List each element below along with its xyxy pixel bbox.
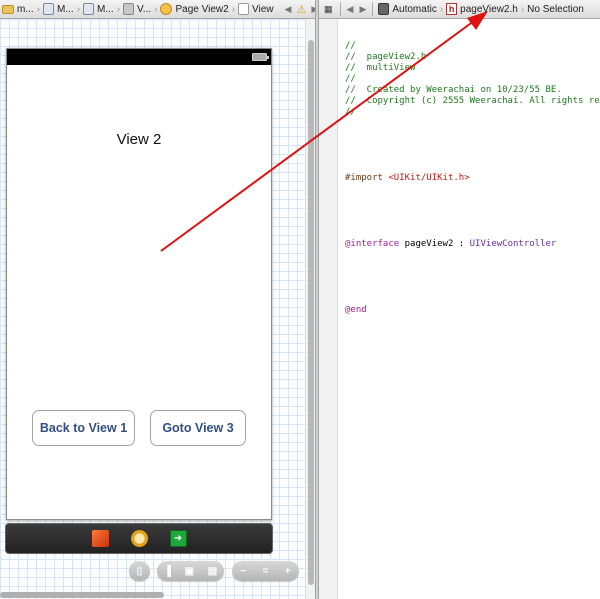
assistant-automatic-icon	[378, 3, 390, 15]
back-button[interactable]: ◀	[344, 4, 357, 15]
crumb-label: M...	[97, 3, 114, 15]
breadcrumb-view[interactable]: View	[236, 0, 276, 18]
import-target: <UIKit/UIKit.h>	[388, 173, 470, 183]
back-to-view1-button[interactable]: Back to View 1	[32, 410, 135, 446]
resize-icon[interactable]: ▤	[205, 566, 220, 577]
comment-line: // pageView2.h	[345, 52, 427, 62]
crumb-label: V...	[137, 3, 152, 15]
editor-jump-bar: ▦ ◀ ▶ Automatic › h pageView2.h › No Sele…	[319, 0, 600, 19]
crumb-label: M...	[57, 3, 74, 15]
comment-line: //	[345, 74, 356, 84]
import-line: #import <UIKit/UIKit.h>	[345, 173, 600, 184]
device-icon: ▯	[136, 565, 143, 577]
status-bar	[7, 49, 271, 65]
pin-icon[interactable]: ▣	[182, 566, 197, 577]
breadcrumb-file[interactable]: h pageView2.h	[444, 0, 520, 18]
divider	[372, 2, 374, 16]
breadcrumb-page-view2[interactable]: Page View2	[158, 0, 230, 18]
superclass: UIViewController	[469, 239, 557, 249]
related-files-icon[interactable]: ▦	[319, 4, 337, 15]
chevron-right-icon: ›	[76, 3, 81, 15]
chevron-right-icon: ›	[231, 3, 236, 15]
comment-line: // Created by Weerachai on 10/23/55 BE.	[345, 85, 562, 95]
breadcrumb-automatic[interactable]: Automatic	[376, 0, 438, 18]
zoom-in-icon[interactable]: +	[282, 566, 294, 577]
crumb-label: pageView2.h	[460, 3, 518, 15]
storyboard-jump-bar: m... › M... › M... › V... › Page View2 ›…	[0, 0, 316, 19]
file-owner-icon[interactable]	[130, 530, 148, 547]
chevron-right-icon: ›	[154, 3, 158, 15]
iphone-view[interactable]: View 2 Back to View 1 Goto View 3	[6, 48, 272, 520]
chevron-right-icon: ›	[439, 3, 444, 15]
crumb-label: Page View2	[175, 3, 229, 15]
comment-line: //	[345, 41, 356, 51]
view-icon	[238, 3, 250, 15]
first-responder-cube-icon[interactable]	[91, 530, 109, 547]
editor-gutter	[319, 19, 338, 599]
interface-line: @interface pageView2 : UIViewController	[345, 239, 600, 250]
page-view-icon	[160, 3, 173, 15]
file-icon	[43, 3, 55, 15]
header-comment: //// pageView2.h// multiView//// Created…	[345, 41, 600, 118]
header-file-icon: h	[446, 3, 458, 15]
layout-controls: ▐ ▣ ▤	[157, 561, 224, 581]
previous-issue-button[interactable]: ◀	[282, 4, 295, 15]
end-keyword: @end	[345, 305, 367, 315]
zoom-fit-icon[interactable]: =	[260, 566, 272, 577]
code-editor[interactable]: //// pageView2.h// multiView//// Created…	[338, 19, 600, 599]
goto-view3-button[interactable]: Goto View 3	[150, 410, 246, 446]
zoom-out-icon[interactable]: −	[237, 566, 249, 577]
comment-line: // Copyright (c) 2555 Weerachai. All rig…	[345, 96, 600, 106]
breadcrumb-selection[interactable]: No Selection	[525, 0, 586, 18]
align-icon[interactable]: ▐	[161, 566, 174, 577]
breadcrumb-group[interactable]: M...	[41, 0, 76, 18]
file-icon	[83, 3, 95, 15]
view-title-label[interactable]: View 2	[7, 131, 271, 148]
chevron-right-icon: ›	[520, 3, 525, 15]
breadcrumb-project[interactable]: m...	[0, 0, 36, 18]
view-controller-icon	[123, 3, 135, 15]
class-name: pageView2 :	[399, 239, 470, 249]
end-line: @end	[345, 305, 600, 316]
breadcrumb-scene[interactable]: V...	[121, 0, 153, 18]
battery-icon	[252, 53, 269, 61]
comment-line: // multiView	[345, 63, 416, 73]
comment-line: //	[345, 107, 356, 117]
breadcrumb-storyboard[interactable]: M...	[81, 0, 116, 18]
forward-button[interactable]: ▶	[356, 4, 369, 15]
import-directive: #import	[345, 173, 383, 183]
horizontal-scrollbar[interactable]	[0, 592, 164, 598]
crumb-label: Automatic	[392, 3, 437, 15]
folder-icon	[2, 4, 14, 14]
warning-icon[interactable]: ⚠	[294, 3, 308, 16]
crumb-label: No Selection	[527, 3, 584, 15]
storyboard-canvas[interactable]: View 2 Back to View 1 Goto View 3	[0, 19, 305, 599]
chevron-right-icon: ›	[116, 3, 121, 15]
interface-keyword: @interface	[345, 239, 400, 249]
scene-dock: ➜	[5, 523, 273, 554]
chevron-right-icon: ›	[36, 3, 41, 15]
exit-icon[interactable]: ➜	[169, 530, 187, 547]
vertical-scrollbar[interactable]	[308, 40, 314, 585]
device-toggle-button[interactable]: ▯	[129, 561, 150, 581]
zoom-controls: − = +	[232, 561, 299, 581]
crumb-label: View	[252, 3, 274, 15]
crumb-label: m...	[17, 3, 34, 15]
divider	[339, 2, 341, 16]
